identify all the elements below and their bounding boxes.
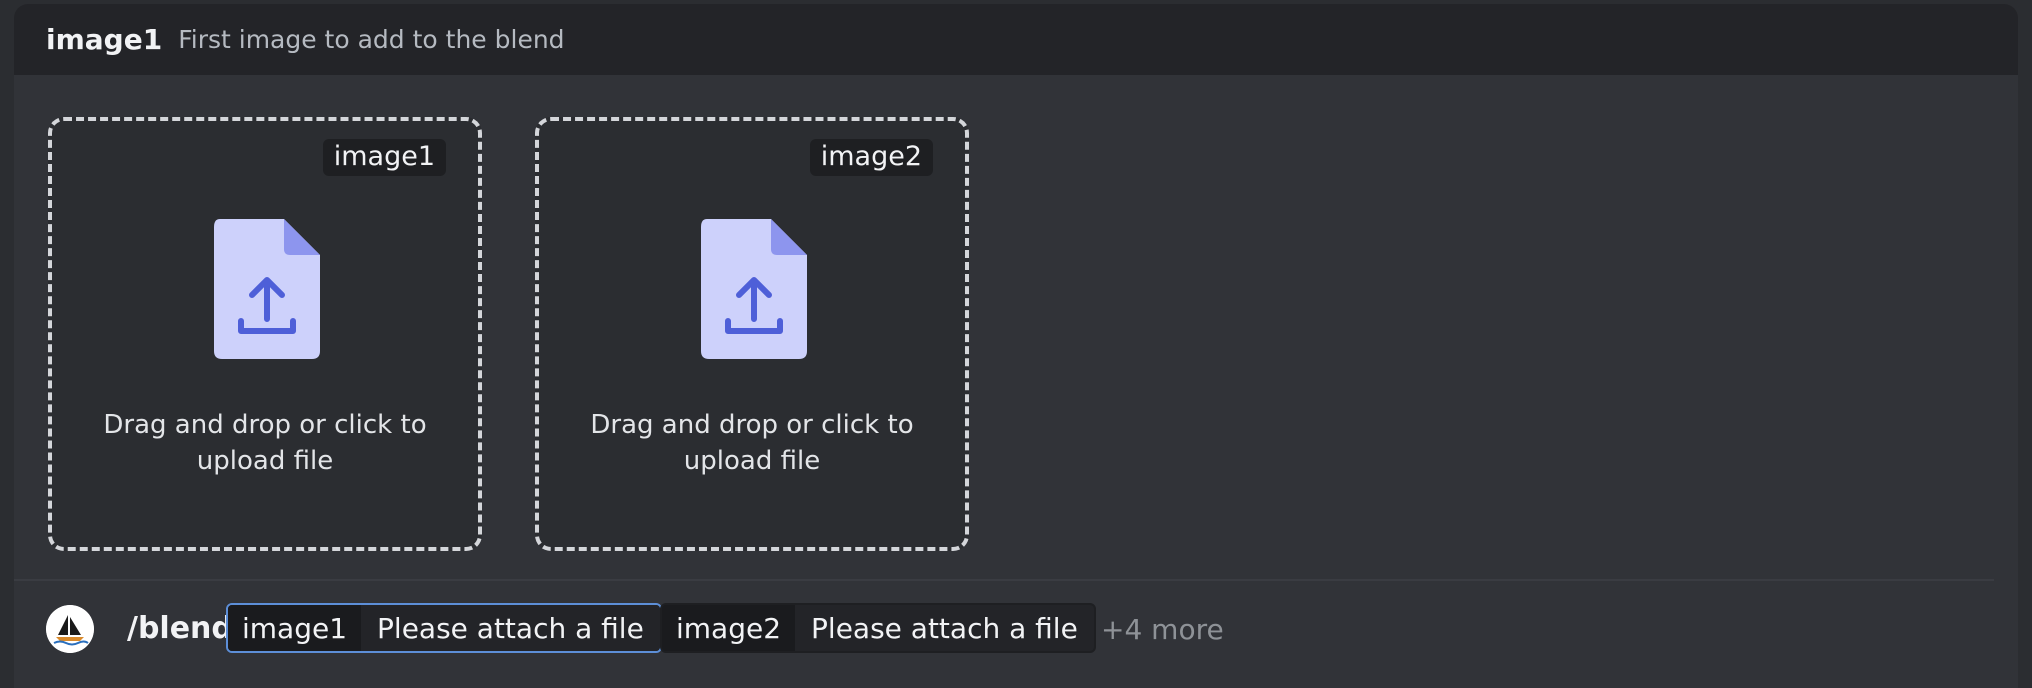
- drop-zone-text-line2: upload file: [683, 446, 821, 476]
- upload-drop-zone-image1[interactable]: image1 Drag and drop or click to upload …: [48, 117, 482, 551]
- more-options-link[interactable]: +4 more: [1101, 613, 1224, 646]
- command-param-image2[interactable]: image2 Please attach a file: [660, 603, 1096, 653]
- drop-zone-text-line1: Drag and drop or click to: [590, 410, 914, 440]
- drop-zone-instructions: Drag and drop or click to upload file: [52, 407, 478, 479]
- command-bar: /blend image1 Please attach a file image…: [14, 581, 2018, 688]
- drop-zone-text-line1: Drag and drop or click to: [103, 410, 427, 440]
- param-key: image2: [662, 605, 796, 651]
- drop-zone-badge: image1: [322, 139, 446, 176]
- option-description: First image to add to the blend: [178, 25, 565, 54]
- command-param-image1[interactable]: image1 Please attach a file: [226, 603, 662, 653]
- param-key: image1: [228, 605, 362, 651]
- option-header: image1 First image to add to the blend: [14, 4, 2018, 75]
- drop-zone-badge: image2: [809, 139, 933, 176]
- option-name: image1: [46, 23, 163, 56]
- slash-command-option-panel: image1 First image to add to the blend i…: [14, 4, 2018, 688]
- midjourney-boat-icon: [46, 605, 94, 653]
- bot-avatar: [46, 605, 94, 653]
- file-upload-icon: [701, 219, 807, 359]
- upload-drop-zone-image2[interactable]: image2 Drag and drop or click to upload …: [535, 117, 969, 551]
- drop-zone-text-line2: upload file: [196, 446, 334, 476]
- param-value: Please attach a file: [795, 605, 1094, 651]
- command-name: /blend: [127, 611, 233, 646]
- param-value: Please attach a file: [361, 605, 660, 651]
- drop-zone-instructions: Drag and drop or click to upload file: [539, 407, 965, 479]
- file-upload-icon: [214, 219, 320, 359]
